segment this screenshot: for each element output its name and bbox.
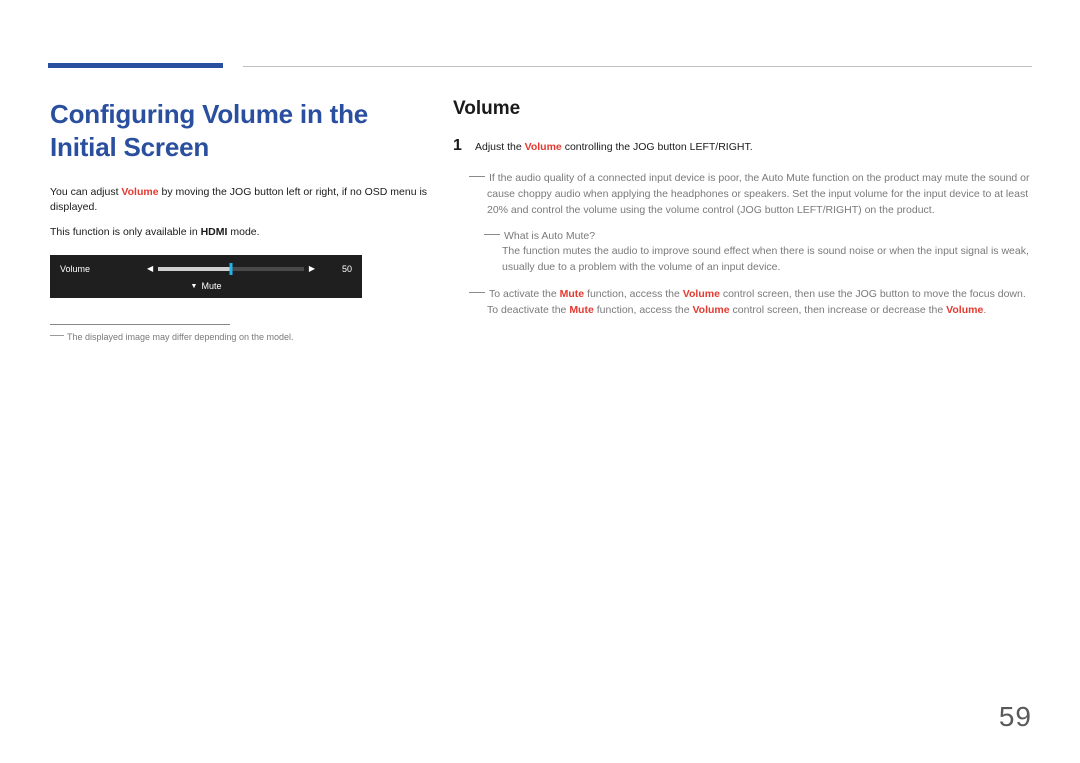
mute-keyword: Mute (560, 288, 585, 300)
osd-volume-row: Volume ◀ ▶ 50 (60, 262, 352, 276)
volume-keyword: Volume (946, 304, 983, 316)
osd-volume-handle (230, 263, 233, 275)
osd-volume-value: 50 (320, 264, 352, 274)
step-body: Adjust the Volume controlling the JOG bu… (475, 138, 1033, 156)
hdmi-note: This function is only available in HDMI … (50, 225, 430, 240)
osd-volume-panel: Volume ◀ ▶ 50 ▼Mute (50, 255, 362, 298)
volume-keyword: Volume (692, 304, 729, 316)
intro-paragraph: You can adjust Volume by moving the JOG … (50, 185, 430, 215)
osd-volume-track (158, 267, 304, 271)
dash-icon (50, 335, 64, 336)
mute-keyword: Mute (569, 304, 594, 316)
triangle-right-icon: ▶ (304, 265, 320, 273)
horizontal-rule (243, 66, 1032, 67)
volume-keyword: Volume (525, 141, 562, 153)
manual-page: Configuring Volume in the Initial Screen… (0, 0, 1080, 763)
subsection-title: Volume (453, 98, 1033, 120)
step-1: 1 Adjust the Volume controlling the JOG … (453, 138, 1033, 156)
step-number: 1 (453, 138, 475, 156)
page-number: 59 (999, 701, 1032, 733)
mute-activate-note: To activate the Mute function, access th… (457, 286, 1033, 319)
hdmi-keyword: HDMI (201, 226, 228, 238)
right-column: Volume 1 Adjust the Volume controlling t… (453, 98, 1033, 328)
dash-icon (484, 234, 500, 235)
what-is-auto-mute: What is Auto Mute? The function mutes th… (453, 229, 1033, 276)
osd-volume-fill (158, 267, 231, 271)
volume-keyword: Volume (683, 288, 720, 300)
section-title: Configuring Volume in the Initial Screen (50, 98, 430, 163)
dash-icon (469, 176, 485, 177)
auto-mute-note: If the audio quality of a connected inpu… (457, 170, 1033, 219)
footnote-rule (50, 324, 230, 325)
dash-icon (469, 292, 485, 293)
osd-mute-label: Mute (201, 281, 221, 291)
image-disclaimer-footnote: The displayed image may differ depending… (50, 332, 430, 342)
triangle-down-icon: ▼ (191, 283, 198, 290)
triangle-left-icon: ◀ (142, 265, 158, 273)
osd-volume-label: Volume (60, 264, 142, 274)
volume-keyword: Volume (121, 186, 158, 198)
section-accent-bar (48, 63, 223, 68)
osd-mute-row: ▼Mute (60, 281, 352, 291)
left-column: Configuring Volume in the Initial Screen… (50, 98, 430, 342)
